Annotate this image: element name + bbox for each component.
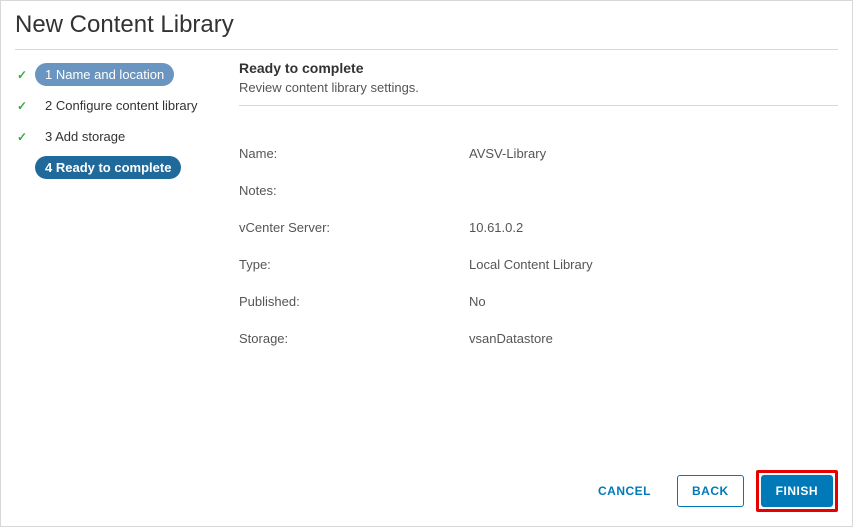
field-value-storage: vsanDatastore xyxy=(469,331,838,346)
step-label: 1 Name and location xyxy=(35,63,174,86)
field-label-name: Name: xyxy=(239,146,469,161)
finish-button[interactable]: FINISH xyxy=(761,475,833,507)
cancel-button[interactable]: CANCEL xyxy=(584,476,665,506)
wizard-steps: ✓ 1 Name and location ✓ 2 Configure cont… xyxy=(15,60,225,460)
finish-button-highlight: FINISH xyxy=(756,470,838,512)
field-label-type: Type: xyxy=(239,257,469,272)
content-subheading: Review content library settings. xyxy=(239,80,838,95)
dialog-footer: CANCEL BACK FINISH xyxy=(15,460,838,512)
check-icon: ✓ xyxy=(15,68,29,82)
check-icon-placeholder: ✓ xyxy=(15,161,29,175)
step-label: 3 Add storage xyxy=(35,125,135,148)
field-label-notes: Notes: xyxy=(239,183,469,198)
step-label: 2 Configure content library xyxy=(35,94,207,117)
content-header: Ready to complete Review content library… xyxy=(239,60,838,106)
back-button[interactable]: BACK xyxy=(677,475,744,507)
summary-fields: Name: AVSV-Library Notes: vCenter Server… xyxy=(239,146,838,346)
field-value-name: AVSV-Library xyxy=(469,146,838,161)
field-value-type: Local Content Library xyxy=(469,257,838,272)
wizard-content: Ready to complete Review content library… xyxy=(239,60,838,460)
step-label: 4 Ready to complete xyxy=(35,156,181,179)
field-label-storage: Storage: xyxy=(239,331,469,346)
check-icon: ✓ xyxy=(15,130,29,144)
field-label-published: Published: xyxy=(239,294,469,309)
dialog-body: ✓ 1 Name and location ✓ 2 Configure cont… xyxy=(15,60,838,460)
field-value-notes xyxy=(469,183,838,198)
step-add-storage[interactable]: ✓ 3 Add storage xyxy=(15,122,225,151)
content-heading: Ready to complete xyxy=(239,60,838,76)
step-name-and-location[interactable]: ✓ 1 Name and location xyxy=(15,60,225,89)
field-value-vcenter: 10.61.0.2 xyxy=(469,220,838,235)
step-ready-to-complete[interactable]: ✓ 4 Ready to complete xyxy=(15,153,225,182)
check-icon: ✓ xyxy=(15,99,29,113)
field-label-vcenter: vCenter Server: xyxy=(239,220,469,235)
field-value-published: No xyxy=(469,294,838,309)
step-configure-content-library[interactable]: ✓ 2 Configure content library xyxy=(15,91,225,120)
new-content-library-dialog: New Content Library ✓ 1 Name and locatio… xyxy=(0,0,853,527)
dialog-title: New Content Library xyxy=(15,11,838,50)
